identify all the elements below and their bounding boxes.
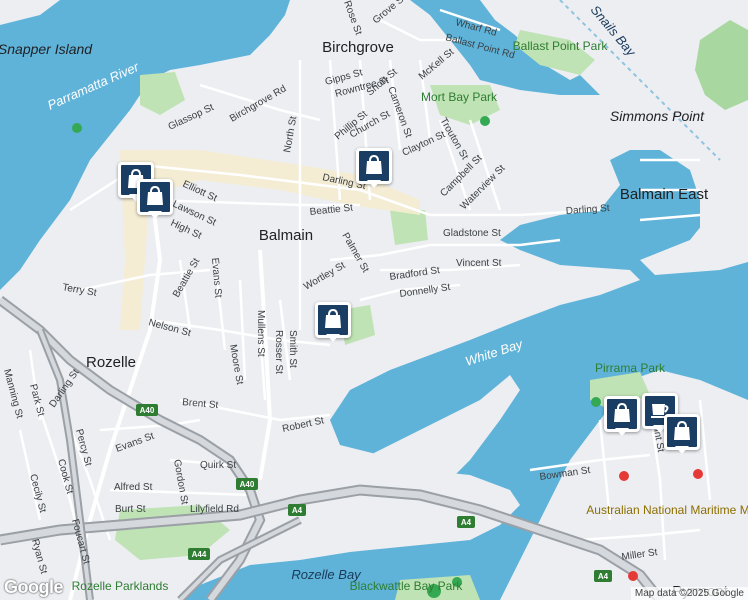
- label-vincent-st: Vincent St: [456, 258, 502, 269]
- label-blackwattle-bay-park: Blackwattle Bay Park: [350, 579, 464, 593]
- label-burt-st: Burt St: [115, 504, 146, 515]
- shield-a40-2-text: A40: [240, 480, 255, 489]
- shopping-bag-icon: [325, 308, 341, 328]
- google-logo: Google: [4, 577, 64, 597]
- shield-a4-3-text: A4: [598, 572, 609, 581]
- label-lilyfield-rd: Lilyfield Rd: [190, 504, 239, 515]
- shopping-bag-icon: [147, 185, 163, 205]
- label-rosser-st: Rosser St: [273, 330, 284, 374]
- shopping-bag-pin[interactable]: [664, 414, 700, 454]
- park-marker-icon: [72, 123, 82, 133]
- shopping-bag-pin[interactable]: [315, 302, 351, 342]
- shopping-bag-icon: [366, 154, 382, 174]
- map-canvas[interactable]: A40 A40 A4 A4 A44 A4 Birchgrove Balmain …: [0, 0, 748, 600]
- map-attribution[interactable]: Map data ©2025 Google: [630, 587, 748, 600]
- park-marker-icon: [591, 397, 601, 407]
- label-rozelle-parklands: Rozelle Parklands: [72, 579, 169, 593]
- shopping-bag-icon: [674, 420, 690, 440]
- label-mort-bay-park: Mort Bay Park: [421, 90, 498, 104]
- label-simmons-point: Simmons Point: [610, 108, 705, 124]
- shield-a44-text: A44: [192, 550, 207, 559]
- label-ballast-point-park: Ballast Point Park: [513, 39, 609, 53]
- label-quirk-st: Quirk St: [200, 460, 236, 471]
- rail-marker-icon: [619, 471, 629, 481]
- shield-a40-1-text: A40: [140, 406, 155, 415]
- shopping-bag-pin[interactable]: [137, 179, 173, 219]
- label-gladstone-st: Gladstone St: [443, 228, 501, 239]
- park-marker-icon: [480, 116, 490, 126]
- label-maritime-museum: Australian National Maritime Museum: [586, 503, 748, 517]
- label-mullens-st: Mullens St: [255, 310, 266, 357]
- park-gladstone: [390, 210, 428, 245]
- label-alfred-st: Alfred St: [114, 482, 153, 493]
- shield-a4-2-text: A4: [461, 518, 472, 527]
- label-smith-st: Smith St: [287, 330, 298, 368]
- shopping-bag-icon: [614, 402, 630, 422]
- label-balmain: Balmain: [259, 227, 313, 244]
- label-pirrama-park: Pirrama Park: [595, 361, 666, 375]
- shopping-bag-pin[interactable]: [604, 396, 640, 436]
- rail-marker-icon: [693, 469, 703, 479]
- shopping-bag-pin[interactable]: [356, 148, 392, 188]
- label-rozelle: Rozelle: [86, 354, 136, 371]
- rail-marker-icon: [628, 571, 638, 581]
- label-snapper-island: Snapper Island: [0, 41, 93, 57]
- label-rozelle-bay: Rozelle Bay: [291, 567, 362, 582]
- label-birchgrove: Birchgrove: [322, 39, 394, 56]
- label-balmain-east: Balmain East: [620, 186, 709, 203]
- shield-a4-1-text: A4: [292, 506, 303, 515]
